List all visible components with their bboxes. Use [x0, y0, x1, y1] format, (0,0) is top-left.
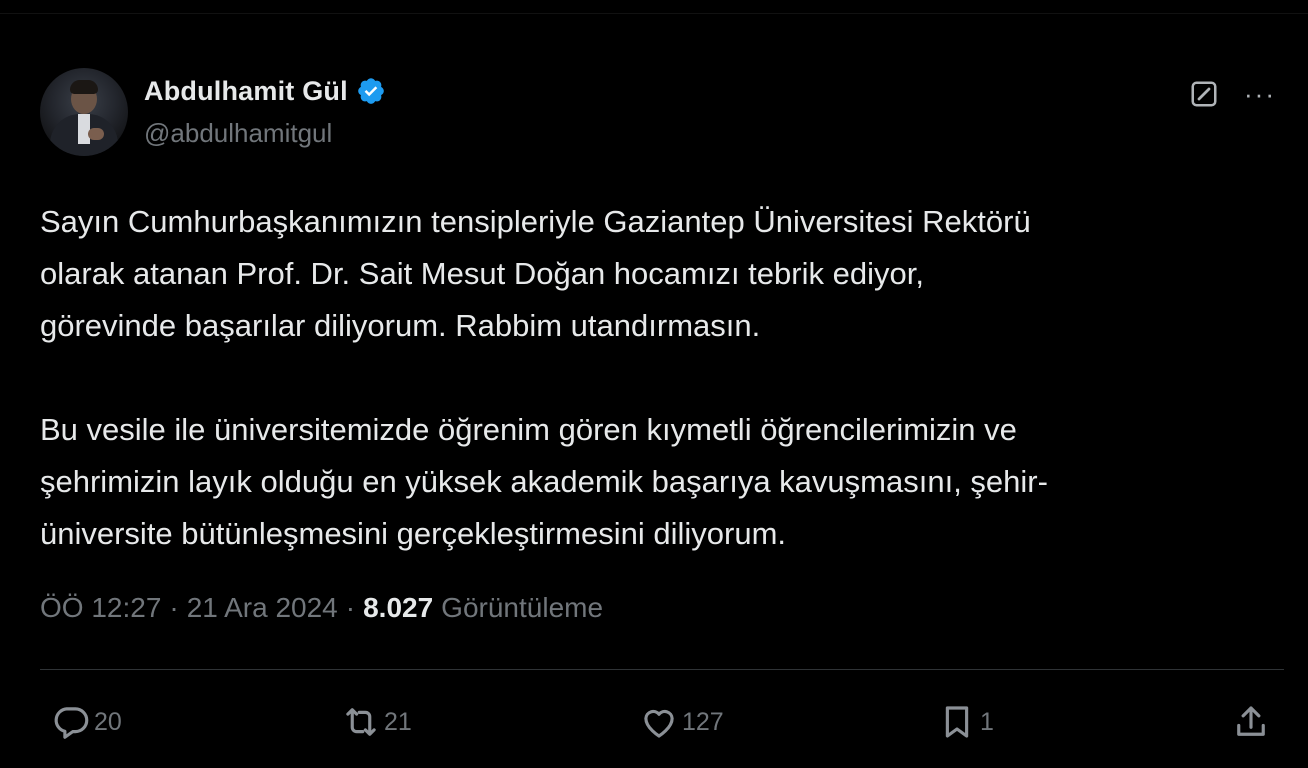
- verified-badge-icon[interactable]: [356, 76, 386, 106]
- reply-count: 20: [94, 707, 122, 736]
- repost-count: 21: [384, 707, 412, 736]
- grok-button[interactable]: [1186, 76, 1222, 112]
- reply-button[interactable]: 20: [50, 700, 122, 744]
- avatar-hand-shape: [88, 128, 104, 140]
- like-count: 127: [682, 707, 724, 736]
- bookmark-button[interactable]: 1: [936, 700, 994, 744]
- views-label[interactable]: Görüntüleme: [441, 592, 603, 624]
- repost-icon: [346, 708, 376, 736]
- avatar[interactable]: [40, 68, 128, 156]
- meta-separator: ·: [169, 592, 179, 623]
- bookmark-icon: [945, 706, 969, 738]
- top-border: [0, 0, 1308, 14]
- tweet-line: görevinde başarılar diliyorum. Rabbim ut…: [40, 308, 761, 343]
- tweet-line: Bu vesile ile üniversitemizde öğrenim gö…: [40, 412, 1017, 447]
- avatar-hair-shape: [70, 80, 98, 94]
- tweet-line: olarak atanan Prof. Dr. Sait Mesut Doğan…: [40, 256, 924, 291]
- author-name[interactable]: Abdulhamit Gül: [144, 76, 348, 107]
- reply-icon: [54, 707, 89, 739]
- share-icon: [1237, 706, 1265, 736]
- tweet-line: üniversite bütünleşmesini gerçekleştirme…: [40, 516, 787, 551]
- bookmark-count: 1: [980, 707, 994, 736]
- tweet-date[interactable]: 21 Ara 2024: [187, 592, 338, 624]
- tweet-header: Abdulhamit Gül @abdulhamitgul ···: [40, 68, 1284, 158]
- tweet-meta: ÖÖ 12:27 · 21 Ara 2024 · 8.027 Görüntüle…: [40, 592, 603, 624]
- divider: [40, 669, 1284, 670]
- tweet-line: Sayın Cumhurbaşkanımızın tensipleriyle G…: [40, 204, 1031, 239]
- share-button[interactable]: [1230, 700, 1272, 744]
- author-handle[interactable]: @abdulhamitgul: [144, 118, 332, 149]
- tweet-detail: Abdulhamit Gül @abdulhamitgul ··· Sayın …: [40, 68, 1284, 768]
- views-count[interactable]: 8.027: [363, 592, 433, 624]
- avatar-shirt-shape: [78, 114, 90, 144]
- more-button[interactable]: ···: [1240, 76, 1280, 112]
- repost-button[interactable]: 21: [340, 700, 412, 744]
- grok-icon: [1191, 81, 1217, 107]
- tweet-time[interactable]: ÖÖ 12:27: [40, 592, 161, 624]
- like-button[interactable]: 127: [638, 700, 724, 744]
- tweet-text: Sayın Cumhurbaşkanımızın tensipleriyle G…: [40, 196, 1284, 560]
- more-icon: ···: [1244, 78, 1276, 109]
- tweet-line: şehrimizin layık olduğu en yüksek akadem…: [40, 464, 1048, 499]
- author-name-row: Abdulhamit Gül: [144, 74, 386, 108]
- action-bar: 20 21 127 1: [40, 700, 1284, 744]
- meta-separator: ·: [345, 592, 356, 623]
- heart-icon: [644, 709, 674, 738]
